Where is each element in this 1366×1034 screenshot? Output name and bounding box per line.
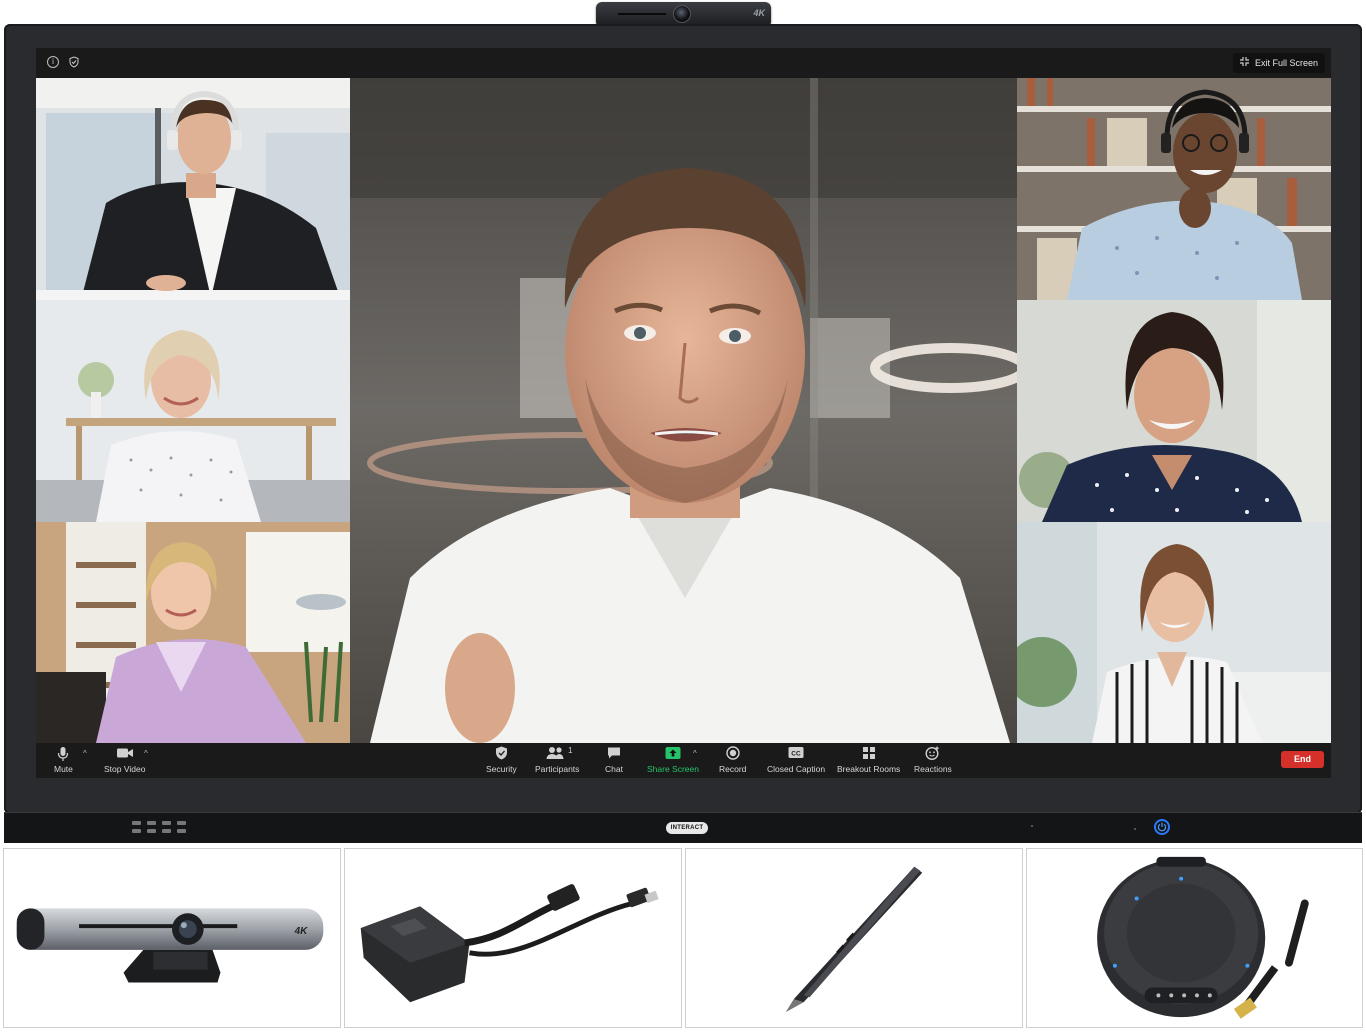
stop-video-label: Stop Video bbox=[104, 764, 146, 774]
mute-button[interactable]: Mute bbox=[54, 746, 73, 776]
display-lower-bezel: INTERACT bbox=[4, 812, 1362, 843]
info-icon[interactable]: i bbox=[47, 56, 59, 68]
participant-tile-older-woman[interactable] bbox=[36, 300, 350, 522]
participant-tile-woman-purple-shirt[interactable] bbox=[36, 522, 350, 743]
security-label: Security bbox=[486, 764, 517, 774]
mute-label: Mute bbox=[54, 764, 73, 774]
participant-tile-woman-dark-hair[interactable] bbox=[1017, 300, 1331, 522]
microphone-icon bbox=[57, 746, 69, 762]
webcam-slot bbox=[618, 13, 666, 15]
grid-icon bbox=[862, 746, 876, 762]
chat-label: Chat bbox=[605, 764, 623, 774]
closed-caption-button[interactable]: CC Closed Caption bbox=[767, 746, 825, 776]
meeting-screen: i Exit Full Screen Mute ^ Stop Video ^ S… bbox=[36, 48, 1331, 778]
webcam-4k-badge: 4K bbox=[753, 8, 765, 18]
exit-full-screen-label: Exit Full Screen bbox=[1254, 58, 1318, 68]
reactions-label: Reactions bbox=[914, 764, 952, 774]
webcam-lens bbox=[673, 5, 691, 23]
participant-tile-man-glasses-headset[interactable] bbox=[1017, 78, 1331, 300]
accessory-speakerphone bbox=[1026, 848, 1363, 1028]
exit-fullscreen-icon bbox=[1239, 53, 1249, 73]
smiley-plus-icon bbox=[925, 746, 940, 762]
participants-label: Participants bbox=[535, 764, 580, 774]
front-ports bbox=[132, 819, 186, 833]
power-icon[interactable] bbox=[1154, 819, 1170, 835]
meeting-top-bar: i Exit Full Screen bbox=[36, 48, 1331, 78]
security-button[interactable]: Security bbox=[486, 746, 517, 776]
active-speaker-video[interactable] bbox=[350, 78, 1017, 743]
record-label: Record bbox=[719, 764, 747, 774]
video-options-caret-icon[interactable]: ^ bbox=[144, 749, 148, 758]
exit-full-screen-button[interactable]: Exit Full Screen bbox=[1232, 53, 1325, 73]
mounted-webcam: 4K bbox=[596, 2, 771, 26]
end-meeting-button[interactable]: End bbox=[1281, 751, 1324, 768]
mute-options-caret-icon[interactable]: ^ bbox=[83, 749, 87, 758]
share-screen-label: Share Screen bbox=[647, 764, 699, 774]
reactions-button[interactable]: Reactions bbox=[914, 746, 952, 776]
participant-tile-woman-striped-shirt[interactable] bbox=[1017, 522, 1331, 743]
participants-button[interactable]: Participants bbox=[535, 746, 579, 776]
share-arrow-icon bbox=[665, 746, 681, 762]
participants-icon bbox=[546, 746, 568, 762]
closed-caption-label: Closed Caption bbox=[767, 764, 826, 774]
record-button[interactable]: Record bbox=[719, 746, 746, 776]
chat-button[interactable]: Chat bbox=[605, 746, 623, 776]
accessory-4k-camera: 4K bbox=[3, 848, 341, 1028]
participant-tile-man-headphones[interactable] bbox=[36, 78, 350, 300]
participants-count: 1 bbox=[568, 746, 573, 755]
accessory-wireless-dongle bbox=[344, 848, 682, 1028]
shield-icon bbox=[495, 746, 508, 762]
breakout-rooms-label: Breakout Rooms bbox=[837, 764, 901, 774]
sensor-dot bbox=[1134, 828, 1136, 830]
sensor-dot bbox=[1031, 825, 1033, 827]
breakout-rooms-button[interactable]: Breakout Rooms bbox=[837, 746, 900, 776]
accessory-camera-4k-badge: 4K bbox=[294, 926, 308, 937]
share-screen-button[interactable]: Share Screen bbox=[647, 746, 699, 776]
meeting-toolbar: Mute ^ Stop Video ^ Security Participant… bbox=[36, 743, 1331, 778]
cc-icon: CC bbox=[788, 746, 804, 762]
record-icon bbox=[726, 746, 740, 762]
share-options-caret-icon[interactable]: ^ bbox=[693, 749, 697, 758]
brand-logo: INTERACT bbox=[666, 822, 708, 834]
video-camera-icon bbox=[116, 746, 134, 762]
stop-video-button[interactable]: Stop Video bbox=[104, 746, 145, 776]
accessory-stylus-pen bbox=[685, 848, 1023, 1028]
svg-text:CC: CC bbox=[791, 751, 801, 758]
chat-bubble-icon bbox=[607, 746, 621, 762]
encryption-shield-icon[interactable] bbox=[68, 56, 80, 68]
